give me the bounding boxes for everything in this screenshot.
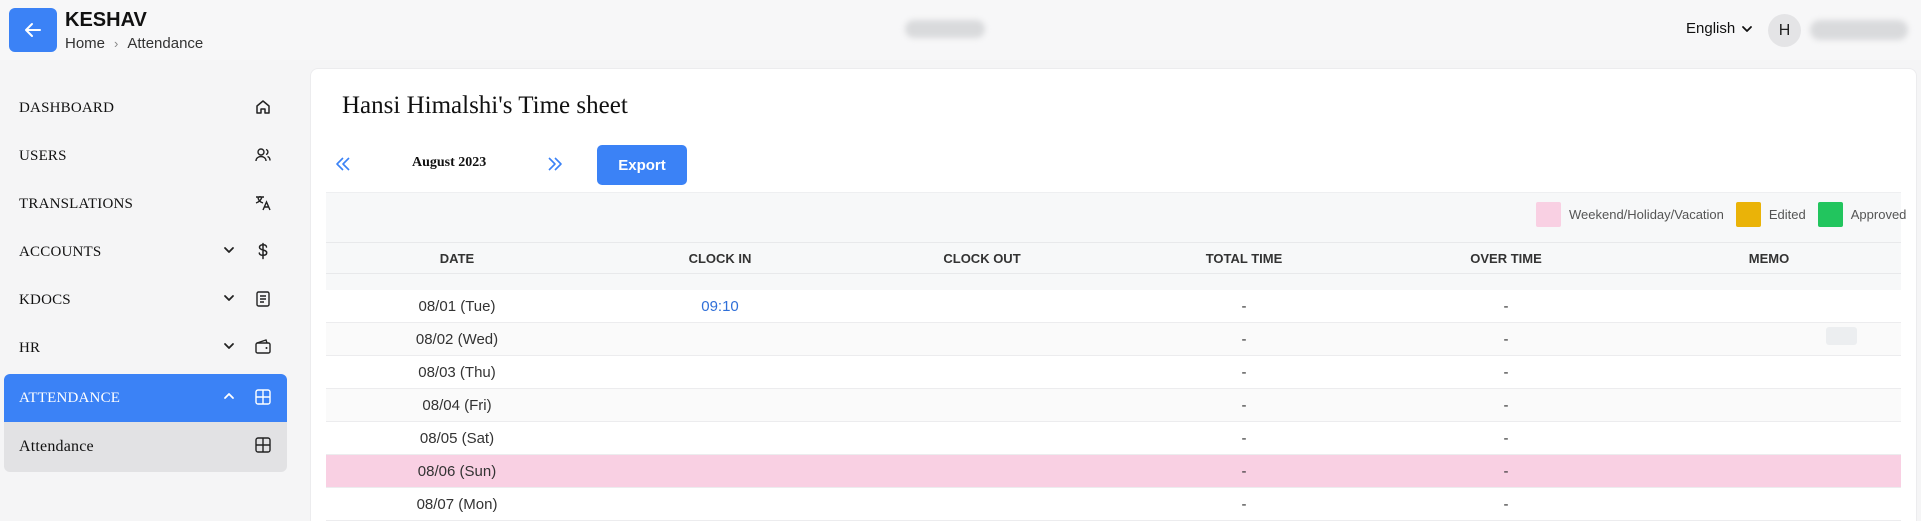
weekend-swatch <box>1536 201 1561 227</box>
chevron-down-icon <box>1742 25 1753 32</box>
sidebar-item-users[interactable]: USERS <box>4 132 287 180</box>
current-month: August 2023 <box>412 155 487 170</box>
back-button[interactable] <box>9 8 57 52</box>
legend-label: Edited <box>1768 206 1806 222</box>
clock-in-cell[interactable]: 09:10 <box>701 298 739 315</box>
date-cell: 08/01 (Tue) <box>418 298 496 315</box>
over-time-cell: - <box>1503 496 1509 513</box>
sidebar-item-label: ATTENDANCE <box>19 389 121 406</box>
breadcrumb-home[interactable]: Home <box>65 35 105 52</box>
table-row-weekend[interactable]: 08/06 (Sun) - - <box>326 455 1901 488</box>
table-row[interactable]: 08/03 (Thu) - - <box>326 356 1901 389</box>
arrow-left-icon <box>25 23 41 37</box>
language-label: English <box>1686 20 1736 37</box>
sidebar-item-label: TRANSLATIONS <box>19 195 134 212</box>
sidebar-item-translations[interactable]: TRANSLATIONS <box>4 180 287 228</box>
users-icon <box>255 148 271 162</box>
table-row[interactable]: 08/01 (Tue) 09:10 - - <box>326 290 1901 323</box>
over-time-cell: - <box>1503 298 1509 315</box>
sidebar-item-accounts[interactable]: ACCOUNTS <box>4 228 287 276</box>
sidebar-item-label: ACCOUNTS <box>19 243 102 260</box>
avatar[interactable]: H <box>1768 14 1801 47</box>
next-month-icon[interactable] <box>546 155 564 173</box>
chevron-up-icon <box>224 393 234 399</box>
column-header-clock-in: CLOCK IN <box>688 251 752 266</box>
blurred-user-name <box>1810 20 1908 40</box>
total-time-cell: - <box>1241 463 1247 480</box>
wallet-icon <box>255 339 271 354</box>
language-selector[interactable]: English <box>1686 20 1753 37</box>
table-row[interactable]: 08/02 (Wed) - - <box>326 323 1901 356</box>
over-time-cell: - <box>1503 331 1509 348</box>
previous-month-icon[interactable] <box>334 155 352 173</box>
chevron-down-icon <box>224 295 234 301</box>
table-row[interactable]: 08/05 (Sat) - - <box>326 422 1901 455</box>
column-header-memo: MEMO <box>1748 251 1790 266</box>
breadcrumb-current: Attendance <box>127 35 204 52</box>
total-time-cell: - <box>1241 298 1247 315</box>
column-header-date: DATE <box>439 251 475 266</box>
sidebar-item-label: USERS <box>19 147 67 164</box>
total-time-cell: - <box>1241 397 1247 414</box>
dollar-icon <box>258 242 268 260</box>
over-time-cell: - <box>1503 364 1509 381</box>
total-time-cell: - <box>1241 430 1247 447</box>
column-header-total-time: TOTAL TIME <box>1205 251 1283 266</box>
chevron-down-icon <box>224 247 234 253</box>
total-time-cell: - <box>1241 496 1247 513</box>
sidebar-item-dashboard[interactable]: DASHBOARD <box>4 84 287 132</box>
grid-icon <box>255 389 271 405</box>
date-cell: 08/04 (Fri) <box>422 397 492 414</box>
sidebar-item-attendance[interactable]: ATTENDANCE <box>4 374 287 422</box>
document-icon <box>256 291 270 307</box>
edited-swatch <box>1735 201 1761 227</box>
blurred-center-text <box>905 20 985 38</box>
date-cell: 08/05 (Sat) <box>419 430 495 447</box>
home-icon <box>256 100 270 114</box>
legend: Weekend/Holiday/Vacation Edited Approved <box>1536 201 1906 227</box>
table-spacer <box>326 274 1901 290</box>
grid-icon <box>255 437 271 453</box>
total-time-cell: - <box>1241 364 1247 381</box>
approved-swatch <box>1817 201 1843 227</box>
sidebar-item-label: HR <box>19 339 41 356</box>
sidebar-item-kdocs[interactable]: KDOCS <box>4 276 287 324</box>
sidebar: DASHBOARD USERS TRANSLATIONS ACCOUNTS KD… <box>0 60 290 521</box>
table-header: DATE CLOCK IN CLOCK OUT TOTAL TIME OVER … <box>326 242 1901 274</box>
over-time-cell: - <box>1503 397 1509 414</box>
sidebar-item-label: DASHBOARD <box>19 99 115 116</box>
memo-edit-button[interactable] <box>1826 327 1857 345</box>
top-header: KESHAV Home › Attendance English H <box>0 0 1921 60</box>
column-header-clock-out: CLOCK OUT <box>943 251 1021 266</box>
over-time-cell: - <box>1503 430 1509 447</box>
sidebar-subitem-attendance[interactable]: Attendance <box>4 422 287 472</box>
table-row[interactable]: 08/04 (Fri) - - <box>326 389 1901 422</box>
date-cell: 08/02 (Wed) <box>415 331 499 348</box>
sidebar-item-label: Attendance <box>19 438 94 455</box>
table-row[interactable]: 08/07 (Mon) - - <box>326 488 1901 521</box>
over-time-cell: - <box>1503 463 1509 480</box>
date-cell: 08/03 (Thu) <box>418 364 496 381</box>
breadcrumb: Home › Attendance <box>65 35 203 52</box>
column-header-over-time: OVER TIME <box>1470 251 1542 266</box>
legend-label: Weekend/Holiday/Vacation <box>1569 206 1724 222</box>
date-cell: 08/07 (Mon) <box>416 496 498 513</box>
legend-label: Approved <box>1850 206 1907 222</box>
app-name: KESHAV <box>65 9 147 31</box>
chevron-right-icon: › <box>114 36 119 51</box>
chevron-down-icon <box>224 343 234 349</box>
sidebar-item-hr[interactable]: HR <box>4 324 287 372</box>
translate-icon <box>255 196 271 211</box>
export-button[interactable]: Export <box>597 145 687 185</box>
date-cell: 08/06 (Sun) <box>417 463 497 480</box>
sidebar-item-label: KDOCS <box>19 291 71 308</box>
total-time-cell: - <box>1241 331 1247 348</box>
page-title: Hansi Himalshi's Time sheet <box>342 92 628 119</box>
